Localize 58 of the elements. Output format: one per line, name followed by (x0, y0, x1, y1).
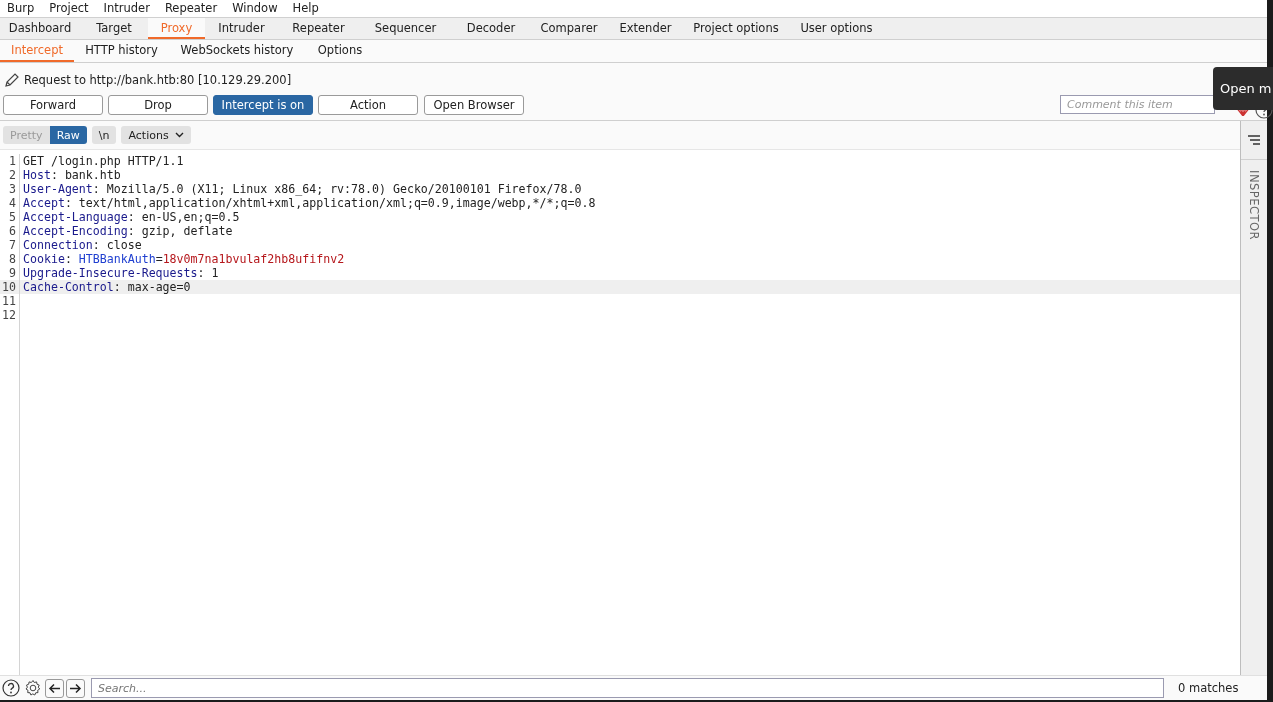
action-button[interactable]: Action (318, 94, 418, 115)
filter-list-icon[interactable] (1247, 135, 1261, 145)
main-tab[interactable]: Sequencer (359, 18, 452, 39)
main-tab[interactable]: Intruder (205, 18, 278, 39)
settings-icon[interactable] (23, 678, 43, 698)
action-button[interactable]: Open Browser (424, 94, 524, 115)
line-number: 11 (1, 294, 17, 308)
menu-item[interactable]: Burp (0, 0, 43, 17)
pencil-icon (4, 72, 19, 88)
actions-dropdown[interactable]: Actions (121, 126, 191, 144)
code-line: Upgrade-Insecure-Requests: 1 (22, 266, 220, 280)
search-field[interactable]: Search... (91, 678, 1164, 698)
line-number: 2 (8, 168, 17, 182)
sub-tab[interactable]: HTTP history (74, 40, 169, 62)
comment-field[interactable]: Comment this item (1060, 95, 1215, 114)
match-count: 0 matches (1178, 681, 1239, 695)
menu-item[interactable]: Help (285, 0, 327, 17)
line-number: 1 (8, 154, 17, 168)
view-mode-tab[interactable]: Raw (49, 126, 87, 144)
sub-tab[interactable]: Options (305, 40, 375, 62)
line-number: 10 (0, 280, 19, 294)
line-number: 3 (8, 182, 17, 196)
menu-item[interactable]: Window (225, 0, 286, 17)
code-line: GET /login.php HTTP/1.1 (22, 154, 185, 168)
line-number: 6 (8, 224, 17, 238)
menu-item[interactable]: Project (42, 0, 97, 17)
line-number: 8 (8, 252, 17, 266)
code-line: User-Agent: Mozilla/5.0 (X11; Linux x86_64; rv:78.0) Gecko/20100101 Firefox/78.0 (22, 182, 583, 196)
request-target: Request to http://bank.htb:80 [10.129.29.200] (24, 73, 292, 87)
code-line: Accept-Encoding: gzip, deflate (22, 224, 234, 238)
menu-item[interactable]: Intruder (96, 0, 158, 17)
code-line: Accept-Language: en-US,en;q=0.5 (22, 210, 241, 224)
menu-item[interactable]: Repeater (157, 0, 226, 17)
sub-tab[interactable]: WebSockets history (169, 40, 305, 62)
action-button[interactable]: Intercept is on (213, 94, 313, 115)
main-tab[interactable]: Dashboard (0, 18, 80, 39)
code-line: Host: bank.htb (22, 168, 122, 182)
main-tab[interactable]: Project options (683, 18, 789, 39)
line-number: 4 (8, 196, 17, 210)
action-button[interactable]: Drop (108, 94, 208, 115)
action-button[interactable]: Forward (3, 94, 103, 115)
main-tab[interactable]: Target (80, 18, 148, 39)
main-tab[interactable]: Decoder (452, 18, 530, 39)
line-number: 5 (8, 210, 17, 224)
code-line: Accept: text/html,application/xhtml+xml,application/xml;q=0.9,image/webp,*/*;q=0.8 (22, 196, 597, 210)
main-tab[interactable]: User options (789, 18, 884, 39)
newline-toggle[interactable]: \n (91, 126, 117, 144)
caret-icon (174, 132, 184, 138)
line-number: 12 (1, 308, 17, 322)
main-tab[interactable]: Comparer (530, 18, 608, 39)
code-line: Connection: close (22, 238, 143, 252)
line-number: 9 (8, 266, 17, 280)
code-line: Cookie: HTBBankAuth=18v0m7na1bvulaf2hb8ufifnv2 (22, 252, 346, 266)
main-tab[interactable]: Extender (608, 18, 683, 39)
inspector-label[interactable]: INSPECTOR (1247, 170, 1261, 241)
tooltip: Open m (1213, 67, 1273, 110)
line-number: 7 (8, 238, 17, 252)
main-tab[interactable]: Repeater (278, 18, 359, 39)
